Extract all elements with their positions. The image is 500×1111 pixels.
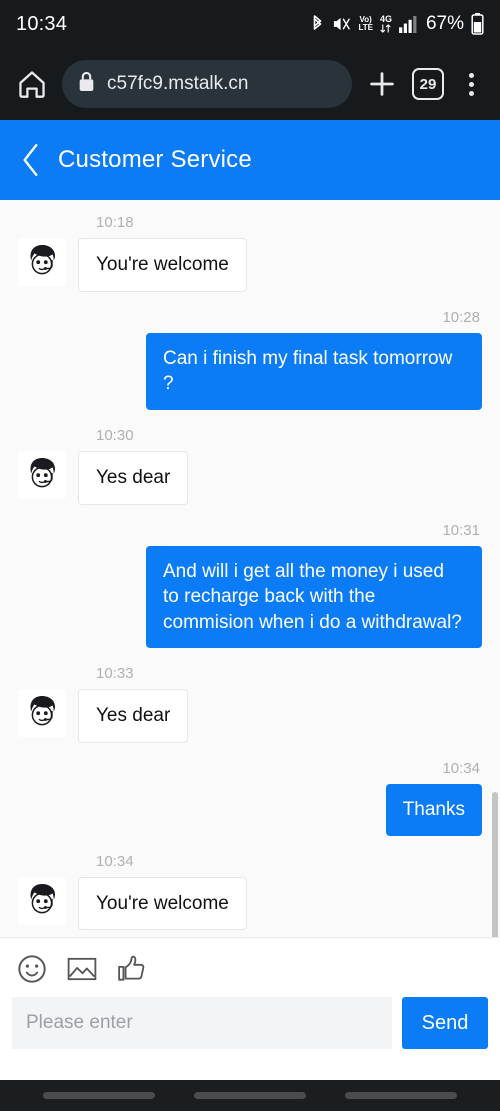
tab-counter-icon[interactable]: 29: [412, 68, 444, 100]
message-bubble[interactable]: Thanks: [385, 784, 482, 836]
status-bar-icons: Vo) LTE 4G 67%: [310, 13, 484, 35]
signal-bars-icon: [399, 15, 418, 33]
message-row: Thanks: [385, 784, 482, 836]
incoming-message: 10:30 Yes dear: [18, 427, 482, 505]
status-bar: 10:34 Vo) LTE 4G 67%: [0, 0, 500, 48]
url-text: c57fc9.mstalk.cn: [107, 73, 249, 94]
message-bubble[interactable]: You're welcome: [78, 238, 247, 292]
message-row: Yes dear: [18, 689, 189, 744]
network-4g-icon: 4G: [380, 15, 392, 33]
back-icon[interactable]: [20, 143, 44, 177]
battery-percent-label: 67%: [425, 13, 464, 34]
outgoing-message: 10:34 Thanks: [18, 760, 482, 836]
incoming-message: 10:33 Yes dear: [18, 665, 482, 744]
page-title: Customer Service: [58, 146, 252, 173]
message-row: Can i finish my final task tomorrow ?: [146, 332, 482, 410]
home-icon[interactable]: [14, 66, 50, 102]
avatar: [18, 450, 66, 499]
new-tab-plus-icon[interactable]: [364, 66, 400, 102]
message-row: And will i get all the money i used to r…: [146, 545, 482, 649]
browser-toolbar: c57fc9.mstalk.cn 29: [0, 48, 500, 120]
message-timestamp: 10:31: [442, 521, 480, 539]
send-button[interactable]: Send: [402, 997, 488, 1049]
battery-icon: [471, 13, 484, 35]
message-composer: Send: [0, 937, 500, 1080]
thumbs-up-icon[interactable]: [116, 953, 148, 985]
volte-icon: Vo) LTE: [358, 15, 373, 32]
message-bubble[interactable]: Yes dear: [78, 689, 189, 744]
mute-icon: [332, 15, 351, 33]
message-row: Yes dear: [18, 450, 189, 505]
bluetooth-icon: [310, 14, 325, 34]
incoming-message: 10:18 You're welcome: [18, 214, 482, 292]
chat-message-list[interactable]: 10:18 You're welcome 10:28 Can i finish my…: [0, 200, 500, 937]
nav-pill[interactable]: [43, 1092, 156, 1099]
overflow-menu-icon[interactable]: [456, 66, 486, 102]
chat-scrollbar[interactable]: [492, 792, 498, 937]
message-row: You're welcome: [18, 238, 247, 292]
android-nav-bar: [0, 1080, 500, 1111]
url-bar[interactable]: c57fc9.mstalk.cn: [62, 60, 352, 108]
lock-icon: [78, 71, 95, 97]
message-bubble[interactable]: You're welcome: [78, 876, 247, 931]
message-timestamp: 10:18: [96, 214, 134, 231]
image-icon[interactable]: [66, 953, 98, 985]
message-timestamp: 10:28: [442, 308, 480, 326]
avatar: [18, 876, 66, 925]
message-timestamp: 10:34: [96, 852, 134, 870]
incoming-message: 10:34 You're welcome: [18, 853, 482, 931]
message-timestamp: 10:30: [96, 426, 134, 444]
avatar: [18, 238, 66, 286]
outgoing-message: 10:28 Can i finish my final task tomorrow…: [18, 309, 482, 410]
avatar: [18, 689, 66, 738]
emoji-icon[interactable]: [16, 953, 48, 985]
message-input[interactable]: [12, 997, 392, 1049]
composer-input-row: Send: [12, 997, 488, 1049]
message-row: You're welcome: [18, 876, 247, 931]
nav-pill[interactable]: [344, 1092, 457, 1099]
phone-screen: 10:34 Vo) LTE 4G 67% c57fc9.mstalk.cn 29…: [0, 0, 500, 1111]
message-timestamp: 10:34: [442, 760, 480, 778]
outgoing-message: 10:31 And will i get all the money i used…: [18, 522, 482, 649]
status-bar-clock: 10:34: [16, 12, 68, 35]
message-timestamp: 10:33: [96, 665, 134, 683]
message-bubble[interactable]: And will i get all the money i used to r…: [146, 545, 482, 649]
app-header: Customer Service: [0, 120, 500, 200]
nav-pill[interactable]: [193, 1092, 306, 1099]
message-bubble[interactable]: Can i finish my final task tomorrow ?: [146, 332, 482, 410]
message-bubble[interactable]: Yes dear: [78, 450, 189, 505]
composer-tools: [12, 950, 488, 997]
